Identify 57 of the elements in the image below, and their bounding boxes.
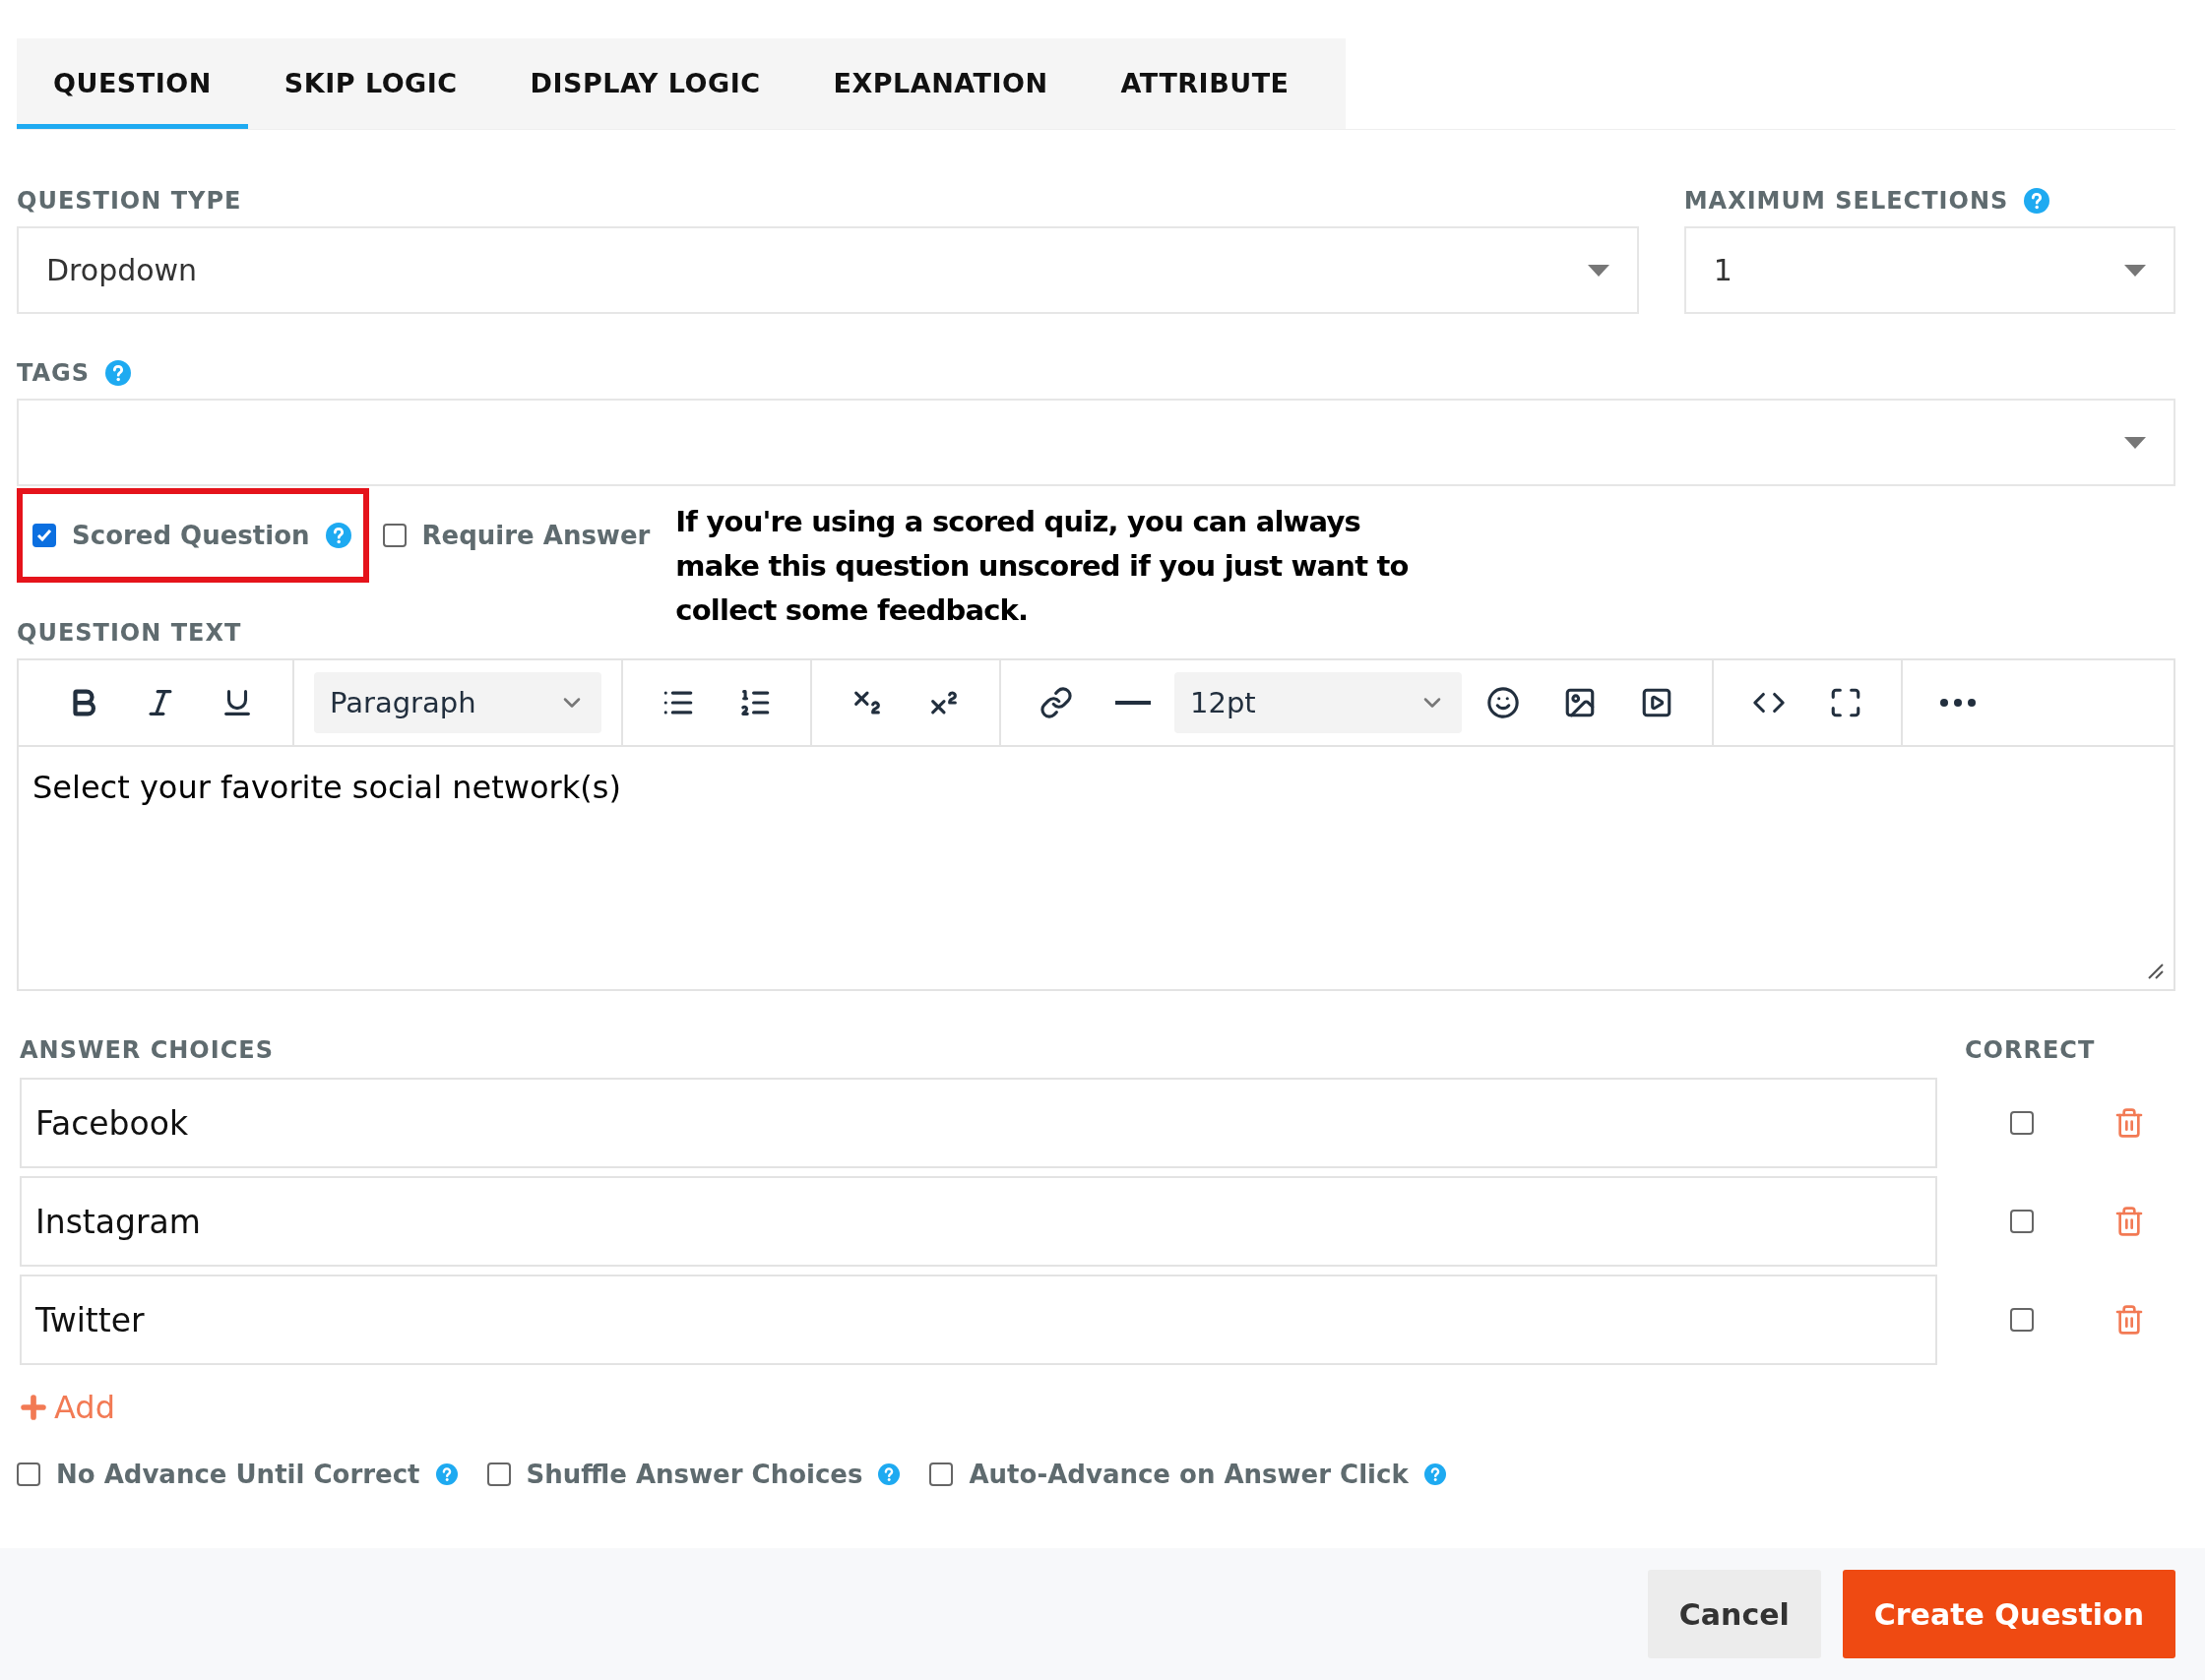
field-label: QUESTION TYPE [17, 187, 242, 215]
answer-choice-field[interactable]: Instagram [20, 1176, 1937, 1267]
tab[interactable]: ATTRIBUTE [1084, 38, 1326, 129]
help-icon[interactable] [325, 523, 351, 548]
checkbox[interactable] [382, 524, 407, 547]
field-label: ANSWER CHOICES [19, 1036, 275, 1064]
fullscreen-icon [1829, 686, 1862, 719]
trash-icon[interactable] [2113, 1206, 2145, 1237]
tab[interactable]: DISPLAY LOGIC [493, 38, 797, 129]
cancel-button[interactable]: Cancel [1647, 1570, 1821, 1658]
option-label: Shuffle Answer Choices [526, 1460, 863, 1489]
checkbox[interactable] [17, 1462, 40, 1486]
dropdown-field[interactable]: 1 [1683, 226, 2175, 314]
answer-choice-field[interactable]: Facebook [20, 1078, 1937, 1168]
dropdown-field[interactable]: Dropdown [17, 226, 1639, 314]
check-icon [35, 527, 53, 544]
font-size-select[interactable]: 12pt [1174, 672, 1462, 733]
resize-handle-icon[interactable] [2146, 962, 2164, 979]
image-icon [1563, 686, 1597, 719]
play-icon [1640, 686, 1673, 719]
field-label: MAXIMUM SELECTIONS [1683, 187, 2009, 215]
more-icon [1940, 699, 1976, 707]
checkbox[interactable] [32, 524, 56, 547]
create-button[interactable]: Create Question [1842, 1570, 2175, 1658]
dropdown-caret-icon [2124, 264, 2146, 277]
option-label: Scored Question [72, 521, 310, 550]
dropdown-caret-icon [1587, 264, 1609, 277]
field-label: QUESTION TEXT [17, 619, 242, 647]
option-label: No Advance Until Correct [56, 1460, 420, 1489]
field-label: TAGS [17, 359, 91, 387]
help-icon[interactable] [435, 1463, 458, 1485]
help-icon[interactable] [2024, 188, 2050, 214]
link-icon [1040, 686, 1073, 719]
tab[interactable]: EXPLANATION [796, 38, 1085, 129]
rich-text-editor[interactable]: Paragraph 12pt Select your favorite social network(s) [17, 658, 2175, 991]
column-label: CORRECT [1965, 1036, 2096, 1064]
dropdown-caret-icon [2124, 436, 2146, 449]
checkbox[interactable] [2010, 1308, 2034, 1332]
option-label: Require Answer [421, 521, 651, 550]
help-icon[interactable] [105, 360, 132, 386]
smiley-icon [1486, 686, 1520, 719]
help-icon[interactable] [878, 1463, 901, 1485]
option-label: Auto-Advance on Answer Click [969, 1460, 1409, 1489]
annotation-text: If you're using a scored quiz, you can always make this question unscored if you just want to collect some feedback. [675, 504, 1410, 629]
tab[interactable]: SKIP LOGIC [247, 38, 494, 129]
checkbox[interactable] [2010, 1111, 2034, 1135]
help-icon[interactable] [1423, 1463, 1446, 1485]
question-text: Select your favorite social network(s) [32, 769, 621, 806]
checkbox[interactable] [929, 1462, 954, 1486]
tab[interactable]: QUESTION [17, 38, 248, 129]
checkbox[interactable] [2010, 1210, 2034, 1233]
trash-icon[interactable] [2113, 1304, 2145, 1336]
tags-field[interactable] [17, 399, 2175, 486]
answer-choice-field[interactable]: Twitter [20, 1275, 1937, 1365]
block-format-select[interactable]: Paragraph [314, 672, 601, 733]
checkbox[interactable] [486, 1462, 511, 1486]
trash-icon[interactable] [2113, 1107, 2145, 1139]
